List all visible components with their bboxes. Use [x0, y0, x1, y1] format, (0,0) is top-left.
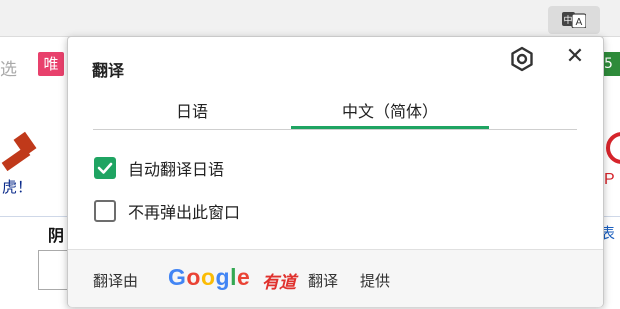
language-tabs: 日语 中文（简体） [93, 97, 577, 130]
never-show-label: 不再弹出此窗口 [128, 203, 241, 222]
gear-icon[interactable] [509, 46, 535, 72]
browser-toolbar: 中 A [0, 0, 620, 37]
auto-translate-checkbox[interactable] [94, 157, 116, 179]
popup-title: 翻译 [92, 61, 125, 80]
never-show-checkbox[interactable] [94, 200, 116, 222]
bg-badge: 唯 [38, 52, 64, 76]
close-icon[interactable]: ✕ [562, 44, 588, 70]
auto-translate-label: 自动翻译日语 [128, 160, 225, 179]
footer-prefix: 翻译由 [93, 272, 139, 290]
popup-footer: 翻译由 Google 有道 翻译 提供 [68, 249, 603, 307]
footer-translate: 翻译 [308, 272, 339, 290]
auto-translate-option[interactable]: 自动翻译日语 [94, 157, 224, 179]
bg-badge: 5 [604, 52, 620, 76]
never-show-option[interactable]: 不再弹出此窗口 [94, 200, 240, 222]
bg-text: 选 [0, 60, 17, 80]
tab-target-language[interactable]: 中文（简体） [291, 97, 489, 129]
svg-text:P: P [604, 171, 615, 188]
hammer-icon [1, 131, 37, 172]
checkmark-icon [97, 162, 113, 174]
translate-button[interactable]: 中 A [548, 6, 600, 34]
svg-text:中: 中 [564, 14, 573, 26]
bg-text: 虎！ [2, 178, 33, 196]
footer-suffix: 提供 [360, 272, 391, 290]
translate-icon: 中 A [562, 12, 586, 28]
svg-text:A: A [576, 17, 583, 28]
translate-popup: 翻译 ✕ 日语 中文（简体） 自动翻译日语 不再弹出此窗口 翻译由 Google… [67, 36, 604, 307]
tab-source-language[interactable]: 日语 [93, 97, 291, 128]
youdao-logo: 有道 [262, 273, 296, 293]
bg-heading: 阴 [48, 226, 65, 245]
google-logo: Google [168, 264, 251, 290]
